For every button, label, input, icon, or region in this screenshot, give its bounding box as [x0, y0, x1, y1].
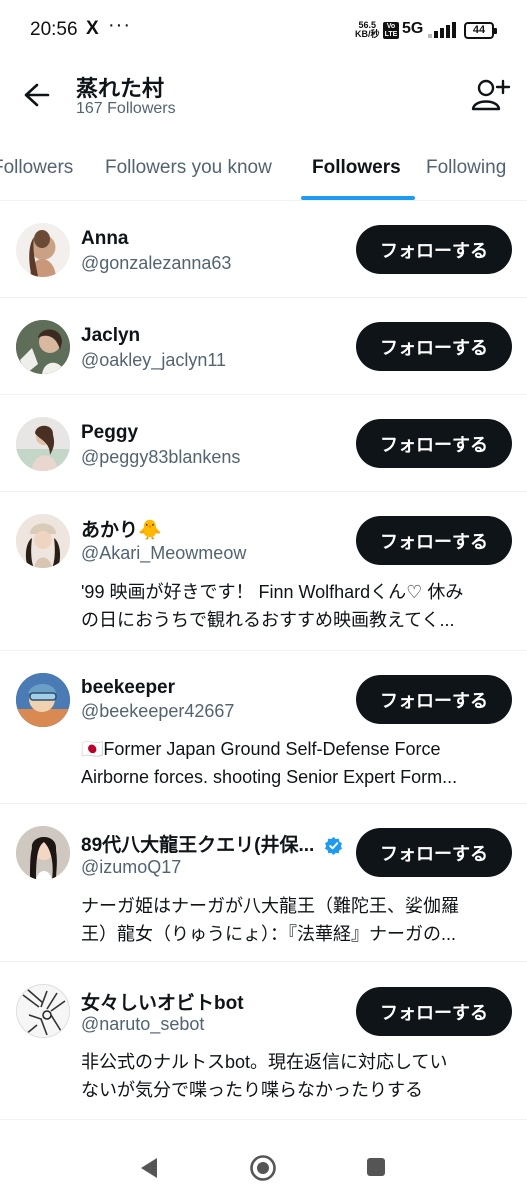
follow-button[interactable]: フォローする	[356, 675, 512, 724]
active-tab-indicator	[301, 196, 415, 200]
user-row[interactable]: beekeeper @beekeeper42667 フォローする 🇯🇵Forme…	[0, 651, 527, 804]
user-name[interactable]: Jaclyn	[81, 325, 140, 347]
volte-icon: Vo LTE	[383, 22, 399, 39]
follow-button[interactable]: フォローする	[356, 322, 512, 371]
user-handle[interactable]: @gonzalezanna63	[81, 253, 231, 274]
user-handle[interactable]: @peggy83blankens	[81, 447, 240, 468]
network-speed-unit: KB/秒	[355, 29, 380, 39]
user-bio-line: 🇯🇵Former Japan Ground Self-Defense Force	[81, 739, 441, 759]
system-nav-bar	[0, 1130, 527, 1200]
user-name[interactable]: Peggy	[81, 422, 138, 444]
nav-home-icon[interactable]	[249, 1154, 277, 1182]
user-bio-line: の日におうちで観れるおすすめ映画教えてく...	[81, 610, 455, 630]
follow-button[interactable]: フォローする	[356, 828, 512, 877]
user-handle[interactable]: @beekeeper42667	[81, 701, 234, 722]
user-row[interactable]: 89代八大龍王クエリ(井保... @izumoQ17 フォローする ナーガ姫はナ…	[0, 804, 527, 962]
battery-icon: 44	[464, 22, 497, 39]
user-bio-line: Airborne forces. shooting Senior Expert …	[81, 767, 458, 787]
avatar[interactable]	[16, 984, 70, 1038]
user-name[interactable]: beekeeper	[81, 677, 175, 699]
user-bio[interactable]: '99 映画が好きです！ Finn Wolfhardくん♡ 休み の日におうちで…	[81, 578, 513, 634]
user-bio[interactable]: ナーガ姫はナーガが八大龍王（難陀王、娑伽羅 王）龍女（りゅうにょ）：『法華経』ナ…	[81, 892, 513, 948]
nav-recents-icon[interactable]	[367, 1158, 385, 1176]
network-type: 5G	[402, 20, 424, 37]
avatar[interactable]	[16, 223, 70, 277]
user-name-text: 89代八大龍王クエリ(井保...	[81, 835, 315, 856]
avatar[interactable]	[16, 514, 70, 568]
tab-followers[interactable]: Followers	[312, 157, 401, 179]
status-bar: 20:56 X ··· 56.5 KB/秒 Vo LTE 5G 44	[0, 0, 527, 62]
user-row[interactable]: Jaclyn @oakley_jaclyn11 フォローする	[0, 298, 527, 395]
avatar[interactable]	[16, 417, 70, 471]
user-name[interactable]: 89代八大龍王クエリ(井保...	[81, 830, 343, 857]
network-speed: 56.5 KB/秒	[355, 21, 380, 39]
user-bio[interactable]: 🇯🇵Former Japan Ground Self-Defense Force…	[81, 735, 513, 791]
arrow-left-icon	[24, 83, 50, 107]
user-bio[interactable]: 非公式のナルトスbot。現在返信に対応してい ないが気分で喋ったり喋らなかったり…	[81, 1048, 513, 1104]
follower-count: 167 Followers	[76, 100, 176, 117]
follow-button[interactable]: フォローする	[356, 516, 512, 565]
avatar[interactable]	[16, 826, 70, 880]
user-row[interactable]: あかり🐥 @Akari_Meowmeow フォローする '99 映画が好きです！…	[0, 492, 527, 651]
add-user-icon	[471, 79, 511, 111]
follow-button[interactable]: フォローする	[356, 419, 512, 468]
user-handle[interactable]: @naruto_sebot	[81, 1014, 204, 1035]
user-handle[interactable]: @oakley_jaclyn11	[81, 350, 226, 371]
user-bio-line: ナーガ姫はナーガが八大龍王（難陀王、娑伽羅	[81, 896, 459, 916]
user-handle[interactable]: @Akari_Meowmeow	[81, 543, 246, 564]
user-bio-line: 王）龍女（りゅうにょ）：『法華経』ナーガの...	[81, 924, 457, 944]
verified-badge-icon	[324, 837, 342, 856]
page-title: 蒸れた村	[76, 76, 165, 101]
follow-button[interactable]: フォローする	[356, 987, 512, 1036]
user-name[interactable]: 女々しいオビトbot	[81, 988, 244, 1015]
user-row[interactable]: Peggy @peggy83blankens フォローする	[0, 395, 527, 492]
tab-bar: Followers Followers you know Followers F…	[0, 145, 527, 201]
nav-back-icon[interactable]	[138, 1156, 160, 1180]
x-app-icon: X	[86, 18, 99, 39]
tab-following[interactable]: Following	[426, 157, 506, 179]
more-notifications-icon: ···	[108, 14, 131, 36]
avatar[interactable]	[16, 673, 70, 727]
user-row[interactable]: Anna @gonzalezanna63 フォローする	[0, 201, 527, 298]
follow-button[interactable]: フォローする	[356, 225, 512, 274]
user-bio-line: ないが気分で喋ったり喋らなかったりする	[81, 1080, 423, 1100]
add-user-button[interactable]	[468, 75, 512, 115]
user-name[interactable]: Anna	[81, 228, 129, 250]
status-time: 20:56	[30, 19, 78, 40]
signal-icon	[428, 22, 456, 38]
back-button[interactable]	[18, 78, 58, 112]
tab-followers-verified[interactable]: Followers	[0, 157, 73, 179]
tab-followers-you-know[interactable]: Followers you know	[105, 157, 272, 179]
user-handle[interactable]: @izumoQ17	[81, 857, 181, 878]
user-name[interactable]: あかり🐥	[81, 515, 162, 542]
user-bio-line: '99 映画が好きです！ Finn Wolfhardくん♡ 休み	[81, 582, 464, 602]
user-bio-line: 非公式のナルトスbot。現在返信に対応してい	[81, 1052, 448, 1072]
user-row[interactable]: 女々しいオビトbot @naruto_sebot フォローする 非公式のナルトス…	[0, 962, 527, 1120]
avatar[interactable]	[16, 320, 70, 374]
